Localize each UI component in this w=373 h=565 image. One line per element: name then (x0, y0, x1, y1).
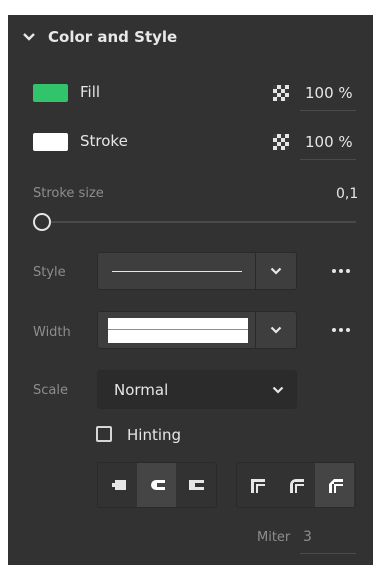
fill-opacity-underline (300, 110, 356, 111)
miter-input-underline (300, 553, 356, 554)
more-options-icon[interactable] (331, 327, 351, 333)
fill-color-swatch[interactable] (33, 84, 68, 102)
stroke-size-label: Stroke size (33, 186, 104, 201)
bevel-join-icon (328, 479, 343, 493)
miter-label: Miter (257, 530, 291, 545)
bevel-join-button[interactable] (315, 463, 354, 507)
width-dropdown[interactable] (97, 311, 297, 349)
style-dropdown[interactable] (97, 252, 297, 290)
chevron-down-icon (270, 326, 282, 334)
projecting-cap-button[interactable] (176, 463, 215, 507)
chevron-down-icon (23, 33, 35, 41)
stroke-size-value[interactable]: 0,1 (336, 186, 358, 202)
width-dropdown-toggle[interactable] (255, 312, 296, 348)
style-dropdown-toggle[interactable] (255, 253, 296, 289)
round-join-icon (289, 479, 304, 493)
miter-join-button[interactable] (237, 463, 276, 507)
width-profile-preview (108, 318, 248, 343)
chevron-down-icon (272, 386, 284, 394)
miter-join-icon (250, 479, 265, 493)
scale-select-value: Normal (114, 381, 169, 399)
opacity-checker-icon (273, 85, 289, 101)
width-label: Width (33, 325, 71, 340)
stroke-size-slider-knob[interactable] (33, 213, 51, 231)
style-label: Style (33, 265, 66, 280)
section-header[interactable]: Color and Style (22, 28, 177, 46)
projecting-cap-icon (188, 480, 204, 490)
stroke-size-slider-track[interactable] (51, 221, 356, 223)
scale-label: Scale (33, 383, 68, 398)
opacity-checker-icon (273, 134, 289, 150)
more-options-icon[interactable] (331, 268, 351, 274)
hinting-label: Hinting (127, 426, 182, 444)
width-profile-line (108, 329, 248, 330)
butt-cap-button[interactable] (98, 463, 137, 507)
scale-select[interactable]: Normal (97, 370, 297, 409)
fill-opacity-input[interactable]: 100 % (305, 84, 353, 102)
chevron-down-icon (270, 267, 282, 275)
line-style-preview (112, 271, 242, 272)
section-title: Color and Style (48, 28, 178, 46)
hinting-checkbox[interactable] (96, 426, 112, 442)
fill-label: Fill (80, 83, 101, 101)
miter-input[interactable]: 3 (303, 529, 312, 545)
round-join-button[interactable] (276, 463, 315, 507)
join-style-group (236, 462, 356, 508)
stroke-opacity-underline (300, 159, 356, 160)
stroke-color-swatch[interactable] (33, 133, 68, 151)
round-cap-button[interactable] (137, 463, 176, 507)
cap-style-group (97, 462, 217, 508)
round-cap-icon (150, 480, 165, 490)
stroke-opacity-input[interactable]: 100 % (305, 133, 353, 151)
butt-cap-icon (111, 480, 126, 490)
stroke-label: Stroke (80, 132, 128, 150)
